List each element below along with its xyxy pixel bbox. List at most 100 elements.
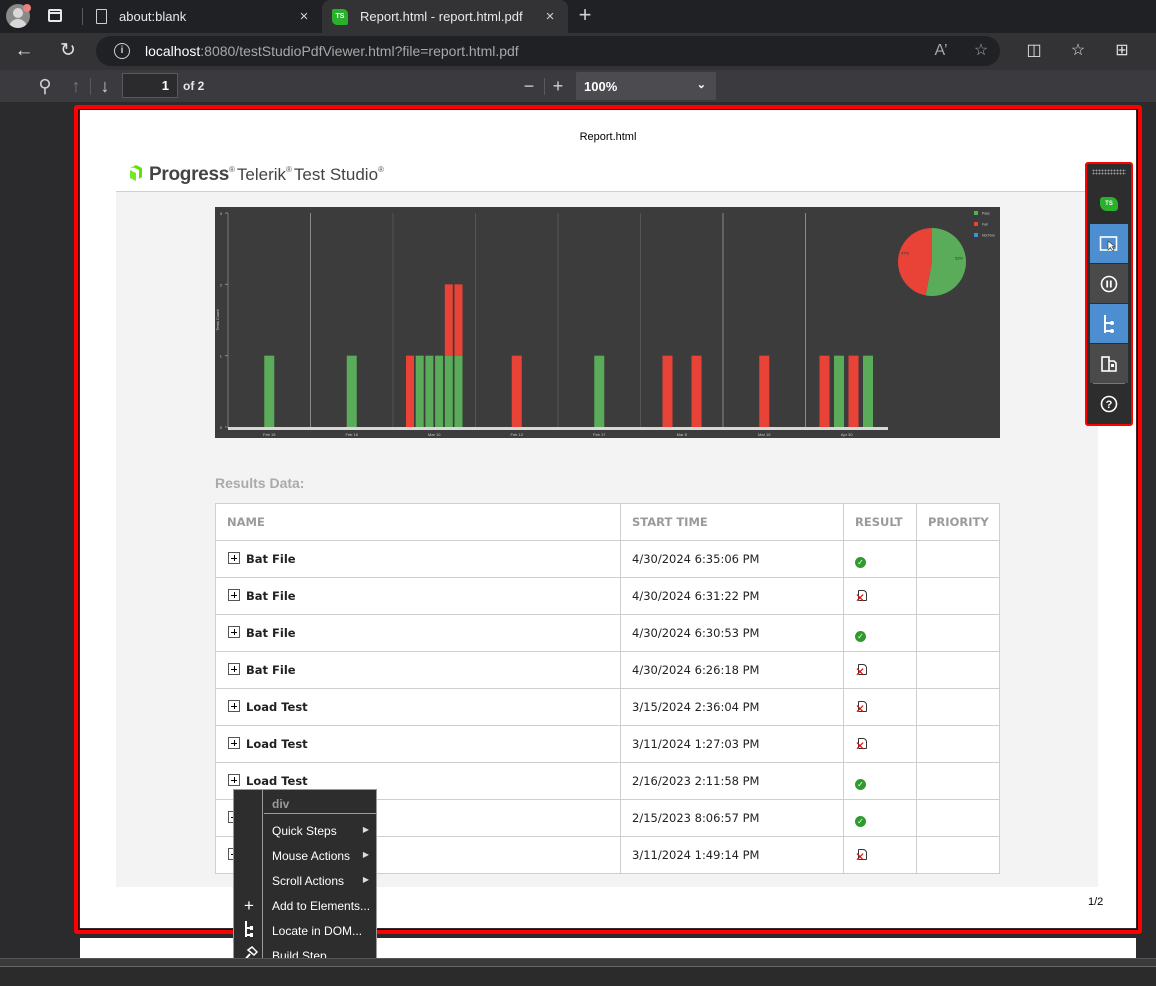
zoom-in-button[interactable]: + <box>546 74 570 98</box>
table-row[interactable]: Bat File 4/30/2024 6:26:18 PM ✕ <box>215 651 1000 689</box>
toolbar-separator <box>544 78 545 95</box>
navigation-bar: ← ↻ i localhost:8080/testStudioPdfViewer… <box>0 33 1156 70</box>
column-header-priority[interactable]: PRIORITY <box>916 503 1000 541</box>
expand-icon[interactable] <box>228 737 240 749</box>
split-screen-icon[interactable]: ◫ <box>1022 40 1046 62</box>
address-bar[interactable]: i localhost:8080/testStudioPdfViewer.htm… <box>96 36 1000 66</box>
test-name: Bat File <box>246 589 296 603</box>
pause-recording-button[interactable] <box>1090 264 1128 303</box>
table-row[interactable]: Bat File 4/30/2024 6:30:53 PM ✓ <box>215 614 1000 652</box>
table-row[interactable]: Load Test 3/11/2024 1:27:03 PM ✕ <box>215 725 1000 763</box>
expand-icon[interactable] <box>228 626 240 638</box>
tab-separator <box>82 8 83 25</box>
y-tick-label: 0 <box>220 425 223 430</box>
legend-label: Not Run <box>982 234 995 238</box>
fail-icon: ✕ <box>855 590 867 605</box>
submenu-arrow-icon: ▶ <box>362 850 369 859</box>
fail-icon: ✕ <box>855 849 867 864</box>
x-tick-label: Apr 30 <box>841 432 854 437</box>
name-cell: Load Test <box>215 725 621 763</box>
context-menu-item-quick-steps[interactable]: Quick Steps ▶ <box>234 818 376 843</box>
previous-page-button[interactable]: ↑ <box>64 74 88 98</box>
context-menu-item-scroll-actions[interactable]: Scroll Actions ▶ <box>234 868 376 893</box>
pointer-select-icon <box>1099 235 1118 251</box>
name-cell: Load Test <box>215 688 621 726</box>
column-header-start-time[interactable]: START TIME <box>620 503 844 541</box>
zoom-out-button[interactable]: − <box>517 74 541 98</box>
tab-about-blank[interactable]: about:blank × <box>86 0 322 33</box>
pass-icon: ✓ <box>855 779 866 790</box>
bar-fail <box>759 355 770 427</box>
table-row[interactable]: Bat File 4/30/2024 6:31:22 PM ✕ <box>215 577 1000 615</box>
new-tab-button[interactable]: + <box>574 2 596 30</box>
test-studio-favicon: TS <box>332 8 348 25</box>
start-time-cell: 2/15/2023 8:06:57 PM <box>620 799 844 837</box>
x-tick-label: Feb 12 <box>511 432 524 437</box>
bar-fail <box>691 355 702 427</box>
priority-cell <box>916 540 1000 578</box>
back-button[interactable]: ← <box>10 37 38 65</box>
legend-swatch <box>974 222 978 226</box>
bar-pass <box>454 355 463 427</box>
expand-icon[interactable] <box>228 663 240 675</box>
x-tick-label: Mar 8 <box>677 432 688 437</box>
collections-icon[interactable]: ⊞ <box>1110 40 1134 62</box>
table-row[interactable]: Load Test 3/15/2024 2:36:04 PM ✕ <box>215 688 1000 726</box>
drag-handle[interactable] <box>1092 169 1126 175</box>
zoom-select[interactable]: 100% ⌄ <box>576 72 716 100</box>
info-icon[interactable]: i <box>114 43 130 59</box>
test-studio-logo-button[interactable]: TS <box>1090 184 1128 223</box>
bottom-panel-border <box>0 958 1156 966</box>
page-header-title: Report.html <box>579 131 637 143</box>
context-menu-item-locate-in-dom[interactable]: Locate in DOM... <box>234 918 376 943</box>
dom-tree-icon <box>239 921 259 941</box>
column-header-result[interactable]: RESULT <box>843 503 917 541</box>
y-tick-label: 2 <box>220 282 223 287</box>
help-icon: ? <box>1100 395 1118 412</box>
docked-mode-button[interactable] <box>1090 344 1128 383</box>
bar-pass <box>425 355 434 427</box>
read-aloud-icon[interactable]: A’ <box>930 40 952 62</box>
start-time-cell: 3/15/2024 2:36:04 PM <box>620 688 844 726</box>
fail-icon: ✕ <box>855 664 867 679</box>
tab-report[interactable]: TS Report.html - report.html.pdf × <box>322 0 568 33</box>
test-name: Bat File <box>246 626 296 640</box>
pass-icon: ✓ <box>855 816 866 827</box>
bar-fail <box>819 355 830 427</box>
tab-title: Report.html - report.html.pdf <box>360 9 523 24</box>
highlight-elements-button[interactable] <box>1090 224 1128 263</box>
bar-pass <box>435 355 444 427</box>
result-cell: ✓ <box>843 614 917 652</box>
context-menu-item-add-to-elements[interactable]: + Add to Elements... <box>234 893 376 918</box>
test-name: Load Test <box>246 737 308 751</box>
favorites-icon[interactable]: ☆ <box>1066 40 1090 62</box>
url-text[interactable]: localhost:8080/testStudioPdfViewer.html?… <box>145 43 519 59</box>
pass-icon: ✓ <box>855 557 866 568</box>
close-icon[interactable]: × <box>294 8 314 25</box>
submenu-arrow-icon: ▶ <box>362 875 369 884</box>
expand-icon[interactable] <box>228 552 240 564</box>
name-cell: Bat File <box>215 651 621 689</box>
expand-icon[interactable] <box>228 774 240 786</box>
context-menu-item-mouse-actions[interactable]: Mouse Actions ▶ <box>234 843 376 868</box>
bar-pass <box>346 355 357 427</box>
column-header-name[interactable]: NAME <box>215 503 621 541</box>
close-icon[interactable]: × <box>540 8 560 25</box>
search-icon[interactable]: ⚲ <box>33 74 57 98</box>
expand-icon[interactable] <box>228 700 240 712</box>
help-button[interactable]: ? <box>1090 384 1128 423</box>
plus-icon: + <box>244 896 254 915</box>
dom-explorer-button[interactable] <box>1090 304 1128 343</box>
table-row[interactable]: Bat File 4/30/2024 6:35:06 PM ✓ <box>215 540 1000 578</box>
legend-swatch <box>974 233 978 237</box>
tab-actions-icon[interactable] <box>48 9 62 22</box>
page-number-input[interactable] <box>122 73 178 98</box>
pdf-toolbar: ⚲ ↑ ↓ of 2 − + 100% ⌄ <box>0 70 1156 102</box>
expand-icon[interactable] <box>228 589 240 601</box>
name-cell: Bat File <box>215 540 621 578</box>
pie-slice-fail <box>898 228 932 296</box>
refresh-button[interactable]: ↻ <box>54 37 82 65</box>
priority-cell <box>916 836 1000 874</box>
next-page-button[interactable]: ↓ <box>93 74 117 98</box>
favorite-star-icon[interactable]: ☆ <box>970 40 992 62</box>
